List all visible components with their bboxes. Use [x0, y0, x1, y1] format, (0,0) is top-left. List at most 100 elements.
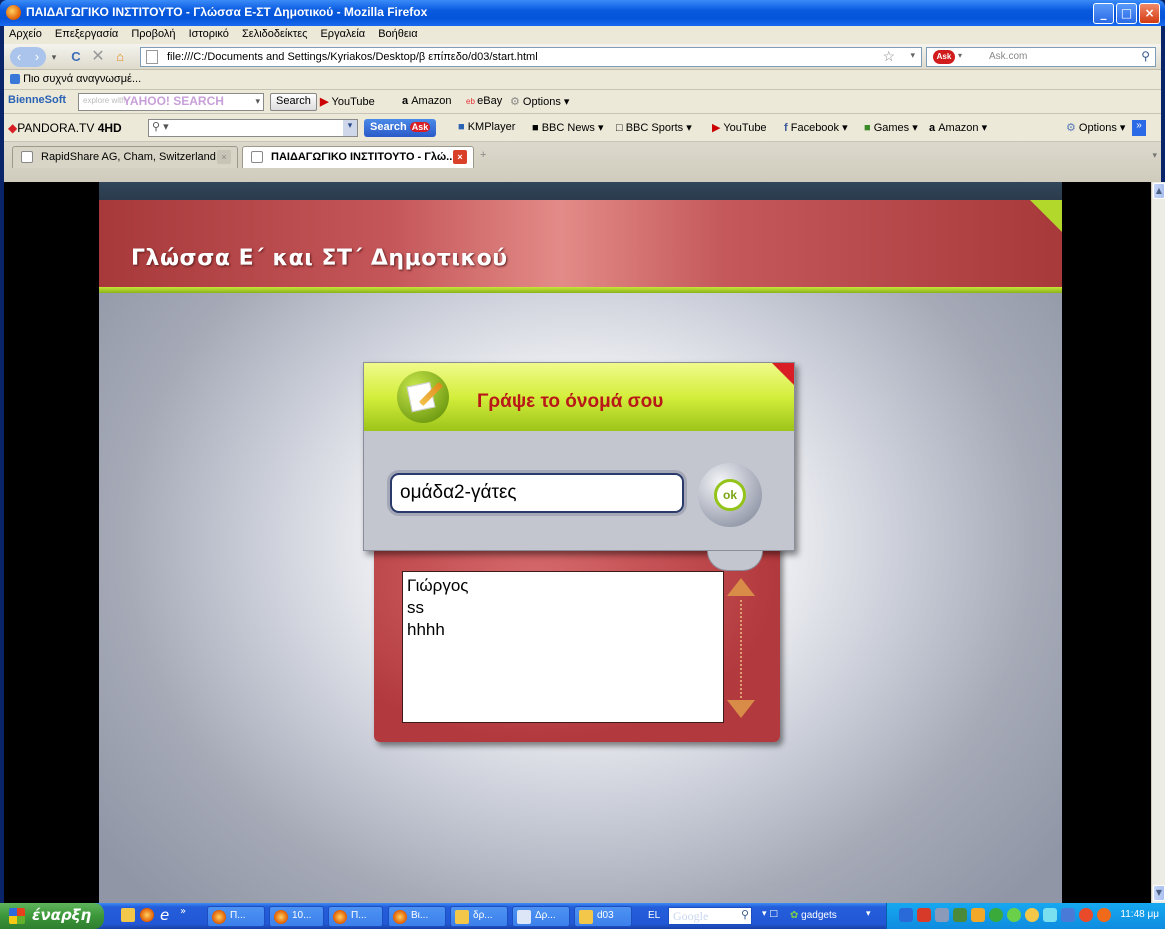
start-button[interactable]: έναρξη — [0, 903, 104, 929]
star-icon[interactable]: ☆ — [882, 48, 895, 65]
tray-messenger-icon[interactable] — [1007, 908, 1021, 922]
quicklaunch-more-icon[interactable]: » — [180, 906, 186, 917]
taskbar-button[interactable]: Π... — [207, 906, 265, 927]
home-icon[interactable]: ⌂ — [110, 47, 130, 67]
quicklaunch-ie-icon[interactable]: e — [160, 906, 169, 924]
title-bar[interactable]: ΠΑΙΔΑΓΩΓΙΚΟ ΙΝΣΤΙΤΟΥΤΟ - Γλώσσα Ε-ΣΤ Δημ… — [0, 0, 1165, 26]
menu-file[interactable]: Αρχείο — [4, 26, 47, 42]
taskbar-label: Π... — [230, 910, 246, 921]
tray-device-icon[interactable] — [953, 908, 967, 922]
tray-media-icon[interactable] — [1025, 908, 1039, 922]
menu-help[interactable]: Βοήθεια — [373, 26, 422, 42]
names-list[interactable]: Γιώργος ss hhhh — [402, 571, 724, 723]
google-search-icon[interactable]: ⚲ — [741, 908, 749, 921]
gadgets-dropdown-icon[interactable]: ▾ — [866, 909, 871, 919]
scroll-up-arrow-icon[interactable] — [727, 578, 755, 596]
url-dropdown-icon[interactable]: ▾ — [910, 50, 915, 61]
search-icon[interactable]: ⚲ — [1141, 49, 1150, 63]
forward-icon[interactable]: › — [28, 47, 46, 67]
kmplayer-link[interactable]: ■ KMPlayer — [458, 121, 515, 133]
biennesoft-brand[interactable]: BienneSoft — [8, 94, 66, 106]
pandora-options[interactable]: ⚙ Options ▾ — [1066, 121, 1125, 134]
tab-close-icon[interactable]: × — [217, 150, 231, 164]
maximize-button[interactable]: □ — [1116, 3, 1137, 24]
taskbar-button[interactable]: Βι... — [388, 906, 446, 927]
options-link[interactable]: ⚙ Options ▾ — [510, 95, 569, 108]
close-button[interactable]: × — [1139, 3, 1160, 24]
tray-torrent-icon[interactable] — [1097, 908, 1111, 922]
tab-close-icon[interactable]: × — [453, 150, 467, 164]
scroll-up-icon[interactable]: ▲ — [1153, 183, 1165, 199]
clock[interactable]: 11:48 μμ — [1120, 909, 1159, 920]
search-field[interactable]: Ask ▾ Ask.com ⚲ — [926, 47, 1156, 67]
taskbar-button[interactable]: d03 — [574, 906, 632, 927]
list-scroll-track[interactable] — [740, 600, 742, 698]
most-visited-bookmark[interactable]: Πιο συχνά αναγνωσμέ... — [10, 73, 141, 85]
language-indicator[interactable]: EL — [648, 910, 660, 921]
menu-edit[interactable]: Επεξεργασία — [50, 26, 123, 42]
page-scrollbar[interactable]: ▲ ▼ — [1151, 182, 1165, 903]
engine-dropdown-icon[interactable]: ▾ — [958, 51, 962, 60]
menu-bookmarks[interactable]: Σελιδοδείκτες — [237, 26, 312, 42]
pandora-dropdown-icon[interactable]: ▾ — [343, 120, 357, 136]
tray-display-icon[interactable] — [1061, 908, 1075, 922]
taskbar-button[interactable]: Π... — [328, 906, 383, 927]
tray-monitor-icon[interactable] — [935, 908, 949, 922]
quicklaunch-desktop-icon[interactable] — [121, 908, 135, 922]
taskbar-button[interactable]: 10... — [269, 906, 324, 927]
quicklaunch-firefox-icon[interactable] — [140, 908, 154, 922]
tab-paidagogiko[interactable]: ΠΑΙΔΑΓΩΓΙΚΟ ΙΝΣΤΙΤΟΥΤΟ - Γλώ... × — [242, 146, 474, 168]
list-item[interactable]: Γιώργος — [407, 575, 723, 597]
facebook-link[interactable]: f Facebook ▾ — [784, 121, 848, 134]
tray-security-icon[interactable] — [1079, 908, 1093, 922]
taskbar-label: Δρ... — [535, 910, 556, 921]
scroll-down-icon[interactable]: ▼ — [1153, 885, 1165, 901]
tray-status-icon[interactable] — [989, 908, 1003, 922]
ask-engine-icon[interactable]: Ask — [933, 50, 955, 64]
minimize-button[interactable]: _ — [1093, 3, 1114, 24]
youtube-icon-2: ▶ — [712, 122, 724, 134]
youtube-link[interactable]: ▶ YouTube — [320, 95, 375, 108]
ok-button[interactable]: ok — [714, 479, 746, 511]
chevron-more-icon[interactable]: » — [1132, 120, 1146, 136]
pandora-search-input[interactable]: ⚲ ▾ ▾ — [148, 119, 358, 137]
yahoo-search-input[interactable]: explore with YAHOO! SEARCH ▾ — [78, 93, 264, 111]
taskbar-button[interactable]: Δρ... — [512, 906, 570, 927]
amazon-link-2[interactable]: a Amazon ▾ — [929, 121, 987, 134]
history-dropdown-icon[interactable]: ▾ — [48, 47, 60, 67]
tray-antivirus-icon[interactable] — [917, 908, 931, 922]
gadgets-toolbar[interactable]: ✿ gadgets — [790, 910, 837, 921]
ebay-link[interactable]: eb eBay — [466, 95, 502, 107]
reload-icon[interactable]: C — [66, 47, 86, 67]
tab-rapidshare[interactable]: RapidShare AG, Cham, Switzerland × — [12, 146, 238, 168]
tab-list-icon[interactable]: ▾ — [1152, 150, 1157, 161]
google-search-box[interactable]: Google ⚲ — [668, 907, 752, 925]
pandora-brand[interactable]: ◆PANDORA.TV 4HD — [8, 121, 122, 135]
back-icon[interactable]: ‹ — [10, 47, 28, 67]
list-item[interactable]: hhhh — [407, 619, 723, 641]
tray-network-icon[interactable] — [899, 908, 913, 922]
tray-bluetooth-icon[interactable] — [1043, 908, 1057, 922]
menu-history[interactable]: Ιστορικό — [184, 26, 234, 42]
window-title: ΠΑΙΔΑΓΩΓΙΚΟ ΙΝΣΤΙΤΟΥΤΟ - Γλώσσα Ε-ΣΤ Δημ… — [26, 5, 428, 19]
taskbar-label: 10... — [292, 910, 312, 921]
taskbar-button[interactable]: δρ... — [450, 906, 508, 927]
bbc-sports-link[interactable]: □ BBC Sports ▾ — [616, 121, 692, 134]
gadget-dropdown-icon[interactable]: ▾ □ — [762, 909, 778, 919]
youtube-link-2[interactable]: ▶ YouTube — [712, 121, 767, 134]
amazon-link[interactable]: a Amazon — [402, 95, 452, 107]
menu-tools[interactable]: Εργαλεία — [315, 26, 370, 42]
stop-icon[interactable]: ✕ — [88, 47, 108, 67]
menu-view[interactable]: Προβολή — [126, 26, 180, 42]
url-field[interactable]: file:///C:/Documents and Settings/Kyriak… — [140, 47, 922, 67]
bbc-news-link[interactable]: ■ BBC News ▾ — [532, 121, 603, 134]
yahoo-search-button[interactable]: Search — [270, 93, 317, 111]
name-input[interactable]: ομάδα2-γάτες — [390, 473, 684, 513]
list-item[interactable]: ss — [407, 597, 723, 619]
pandora-search-button[interactable]: Search Ask — [364, 119, 437, 137]
scroll-down-arrow-icon[interactable] — [727, 700, 755, 718]
tray-update-icon[interactable] — [971, 908, 985, 922]
games-link[interactable]: ■ Games ▾ — [864, 121, 918, 134]
new-tab-icon[interactable]: + — [480, 149, 486, 161]
yahoo-dropdown-icon[interactable]: ▾ — [255, 96, 260, 107]
